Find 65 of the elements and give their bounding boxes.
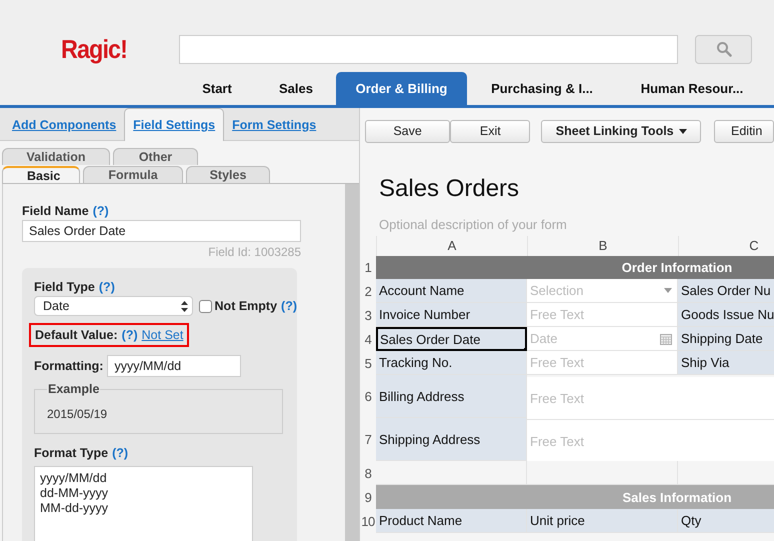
- nav-tab[interactable]: Sales: [256, 72, 336, 105]
- field-label-cell[interactable]: Sales Order Nu: [678, 279, 774, 303]
- field-label: Formatting:: [34, 359, 104, 373]
- nav-tab[interactable]: Purchasing & I...: [467, 72, 617, 105]
- not-set-link[interactable]: Not Set: [142, 328, 184, 342]
- nav-tab[interactable]: Human Resour...: [617, 72, 767, 105]
- sub-tab[interactable]: Styles: [186, 166, 270, 183]
- checkbox-label[interactable]: Not Empty: [214, 299, 278, 313]
- sub-tab[interactable]: Validation: [2, 148, 110, 165]
- field-label-cell[interactable]: Ship Via: [678, 351, 774, 375]
- toolbar-button[interactable]: Editin: [714, 120, 774, 142]
- field-label-cell[interactable]: Qty: [678, 509, 774, 533]
- field-label-cell[interactable]: Sales Order Date: [376, 327, 527, 351]
- field-label-cell[interactable]: Unit price: [527, 509, 678, 533]
- list-option[interactable]: yyyy/MM/dd: [40, 471, 247, 486]
- field-name-input[interactable]: Sales Order Date: [22, 220, 301, 242]
- sub-tab[interactable]: Formula: [83, 166, 183, 183]
- field-id: Field Id: 1003285: [208, 245, 301, 259]
- sub-tab[interactable]: Other: [113, 148, 198, 165]
- field-label-cell[interactable]: Goods Issue Nu: [678, 303, 774, 327]
- toolbar-button[interactable]: Exit: [450, 120, 530, 142]
- field-label-cell[interactable]: Shipping Date: [678, 327, 774, 351]
- section-title: Order Information: [622, 260, 732, 275]
- scrollbar[interactable]: [345, 184, 359, 541]
- caret-icon: [678, 128, 687, 134]
- form-title: Sales Orders: [378, 174, 520, 204]
- search-button[interactable]: [695, 34, 752, 64]
- help-link[interactable]: (?): [281, 299, 297, 313]
- section-title: Sales Information: [622, 490, 732, 504]
- dropdown-arrow-icon[interactable]: [664, 288, 672, 293]
- field-label: Default Value:: [35, 328, 118, 342]
- formatting-input[interactable]: yyyy/MM/dd: [107, 355, 242, 377]
- search-field[interactable]: [179, 34, 678, 64]
- format-type-list[interactable]: yyyy/MM/dd dd-MM-yyyy MM-dd-yyyy: [34, 466, 253, 541]
- help-link[interactable]: (?): [112, 446, 128, 460]
- help-link[interactable]: (?): [122, 328, 138, 342]
- panel-tab[interactable]: Add Components: [4, 109, 124, 140]
- nav-tab[interactable]: Start: [178, 72, 256, 105]
- field-label-cell[interactable]: Shipping Address: [376, 418, 527, 461]
- panel-tab[interactable]: Field Settings: [124, 108, 224, 141]
- field-label-cell[interactable]: Billing Address: [376, 375, 527, 418]
- list-option[interactable]: MM-dd-yyyy: [40, 501, 247, 516]
- list-option[interactable]: dd-MM-yyyy: [40, 486, 247, 501]
- checkbox[interactable]: [198, 300, 212, 312]
- search-icon: [716, 41, 732, 57]
- up-down-arrows-icon: [180, 300, 188, 312]
- toolbar-button[interactable]: Sheet Linking Tools: [541, 120, 701, 142]
- panel-tab[interactable]: Form Settings: [224, 109, 324, 140]
- logo: Ragic!: [60, 34, 128, 64]
- field-type-select[interactable]: Date: [34, 296, 193, 316]
- help-link[interactable]: (?): [98, 280, 115, 294]
- nav-tab[interactable]: Order & Billing: [336, 72, 467, 105]
- calendar-icon[interactable]: [660, 332, 672, 344]
- field-label: Format Type: [34, 446, 108, 460]
- field-label-cell[interactable]: Product Name: [376, 509, 527, 533]
- field-label: Field Type: [34, 280, 95, 294]
- form-description: Optional description of your form: [378, 216, 568, 234]
- field-label-cell[interactable]: Invoice Number: [376, 303, 527, 327]
- field-label: Field Name: [22, 204, 89, 218]
- example-legend: Example: [47, 382, 100, 396]
- field-label-cell[interactable]: Tracking No.: [376, 351, 527, 375]
- field-label-cell[interactable]: Account Name: [376, 279, 527, 303]
- help-link[interactable]: (?): [92, 204, 109, 218]
- sub-tab[interactable]: Basic: [2, 166, 80, 183]
- toolbar-button[interactable]: Save: [365, 120, 450, 142]
